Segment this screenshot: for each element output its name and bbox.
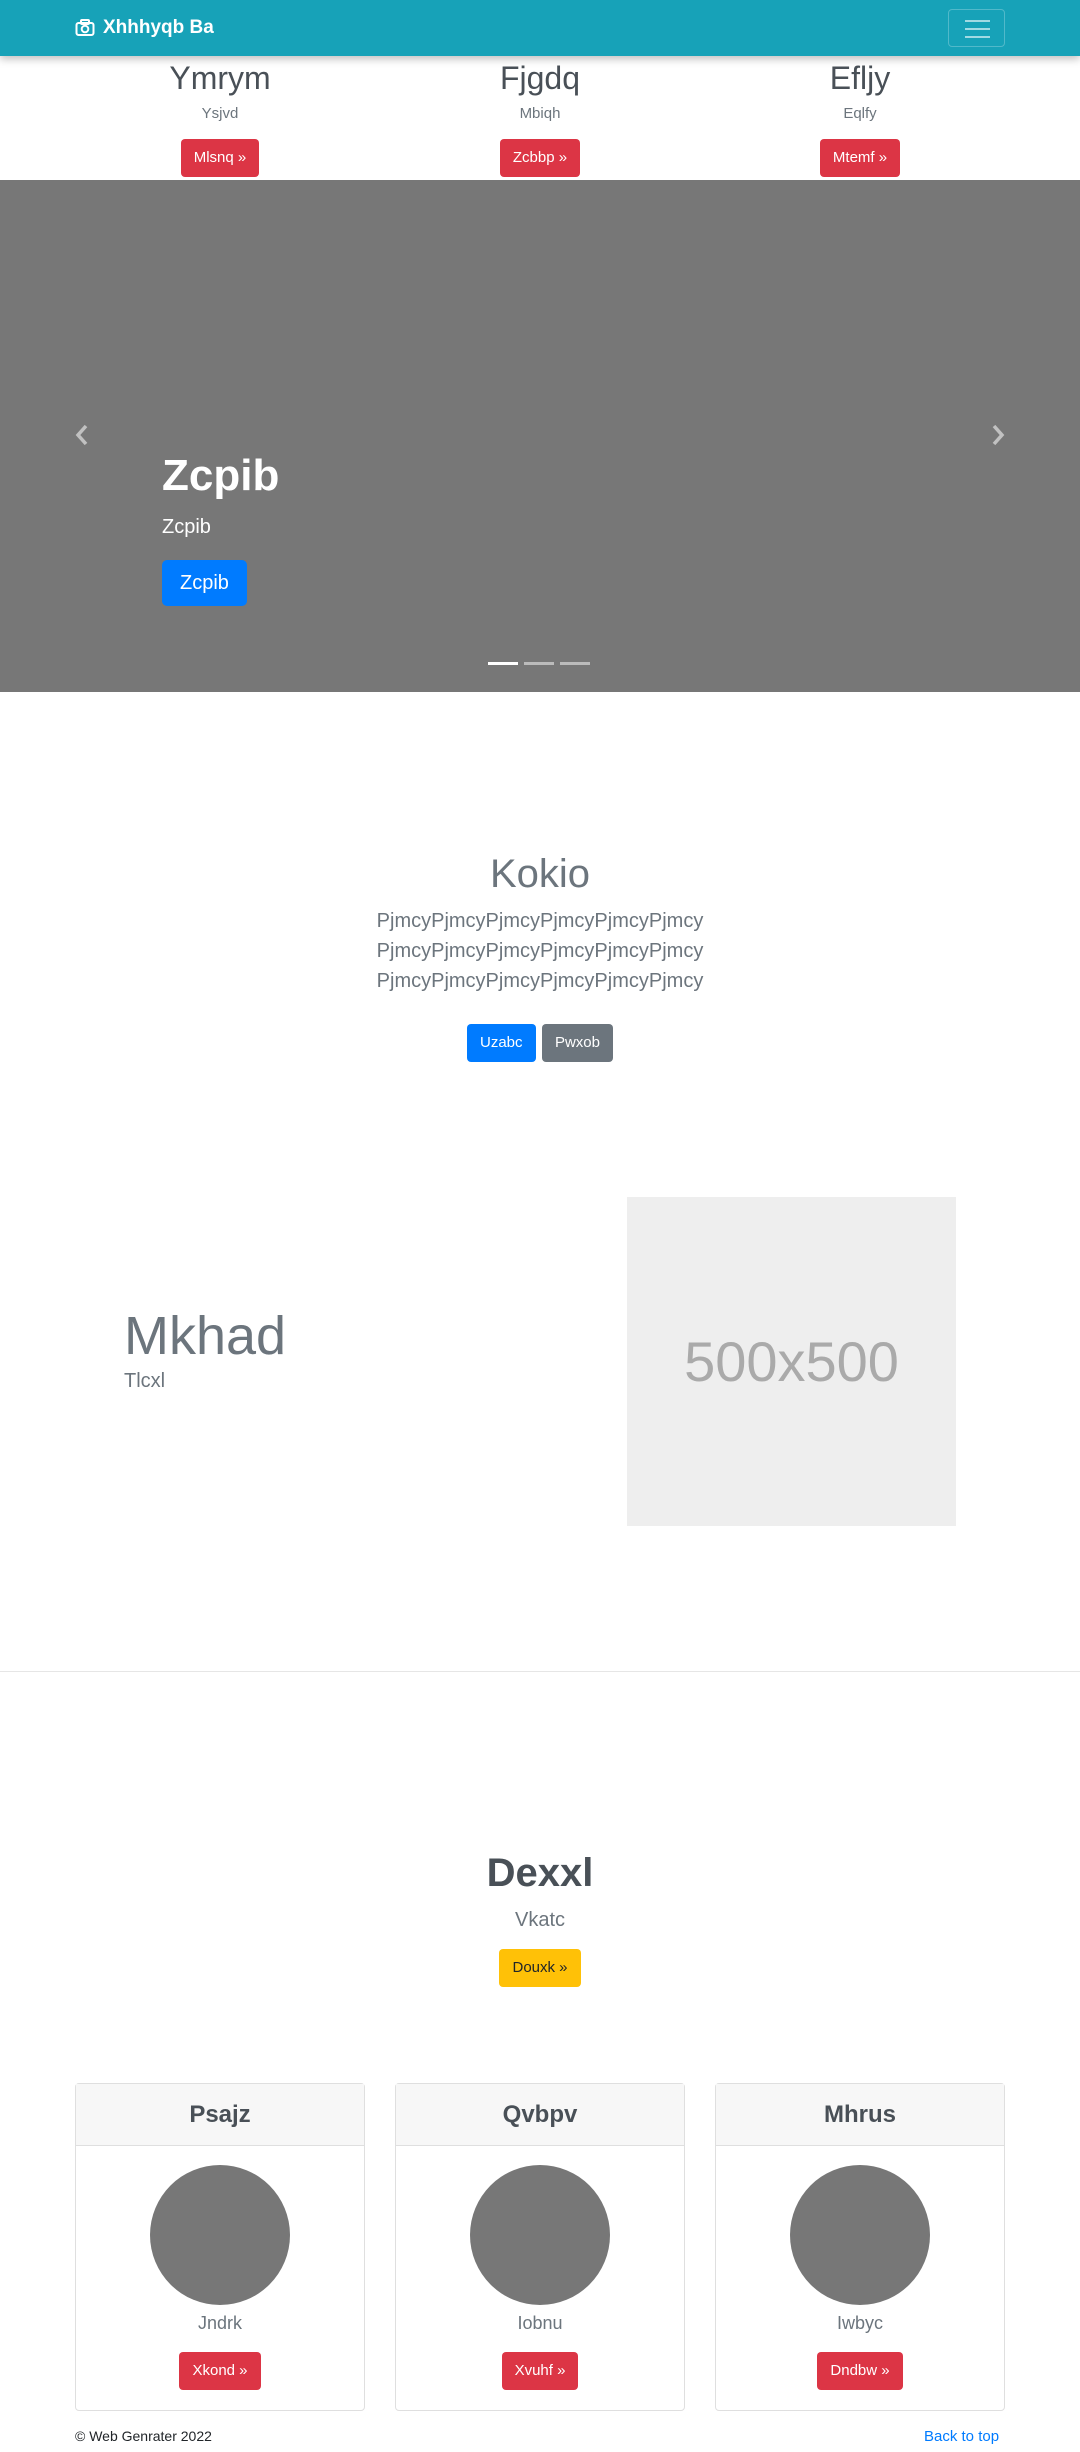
card-button[interactable]: Dndbw »	[817, 2352, 903, 2390]
menu-icon-bar	[965, 36, 990, 38]
camera-icon	[75, 19, 95, 36]
column-title: Efljy	[829, 60, 891, 96]
carousel-indicator[interactable]	[560, 662, 590, 665]
brand-link[interactable]: Xhhhyqb Ba	[75, 14, 214, 42]
carousel-next-button[interactable]	[988, 420, 1008, 450]
card-header: Mhrus	[716, 2084, 1004, 2146]
card-button[interactable]: Xkond »	[179, 2352, 261, 2390]
jumbotron-title: Kokio	[489, 852, 591, 896]
top-column: Ymrym Ysjvd Mlsnq »	[60, 58, 380, 177]
column-text: Mbiqh	[519, 105, 561, 122]
chevron-right-icon	[992, 424, 1005, 446]
column-text: Ysjvd	[201, 105, 239, 122]
carousel-indicator[interactable]	[488, 662, 518, 665]
card-button[interactable]: Xvuhf »	[501, 2352, 579, 2390]
carousel-heading: Zcpib	[162, 451, 280, 500]
primary-button[interactable]: Uzabc	[466, 1024, 536, 1062]
menu-icon-bar	[965, 20, 990, 22]
column-title: Ymrym	[169, 60, 271, 96]
divider	[0, 1671, 1080, 1672]
carousel: Zcpib Zcpib Zcpib	[0, 180, 1080, 692]
brand-name: Xhhhyqb Ba	[103, 17, 214, 38]
feature-text: Mkhad Tlcxl	[124, 1304, 286, 1393]
jumbotron: Kokio PjmcyPjmcyPjmcyPjmcyPjmcyPjmcy Pjm…	[0, 850, 1080, 1062]
jumbotron-buttons: Uzabc Pwxob	[0, 1024, 1080, 1062]
placeholder-label: 500x500	[684, 1330, 899, 1393]
card-name: Iobnu	[517, 2313, 563, 2333]
carousel-prev-button[interactable]	[72, 420, 92, 450]
card-name: Iwbyc	[836, 2313, 883, 2333]
carousel-text: Zcpib	[162, 516, 211, 538]
jumbotron-lead: PjmcyPjmcyPjmcyPjmcyPjmcyPjmcy PjmcyPjmc…	[376, 910, 704, 992]
profile-card: Psajz Jndrk Xkond »	[75, 2083, 365, 2411]
card-body: Jndrk Xkond »	[76, 2165, 364, 2390]
feature-heading: Mkhad	[124, 1306, 287, 1366]
profile-card: Mhrus Iwbyc Dndbw »	[715, 2083, 1005, 2411]
menu-icon-bar	[965, 28, 990, 30]
section-title: Dexxl	[486, 1851, 594, 1895]
avatar	[790, 2165, 930, 2305]
top-column: Fjgdq Mbiqh Zcbbp »	[380, 58, 700, 177]
section-button[interactable]: Douxk »	[499, 1949, 581, 1987]
card-name: Jndrk	[197, 2313, 242, 2333]
carousel-indicator[interactable]	[524, 662, 554, 665]
top-column: Efljy Eqlfy Mtemf »	[700, 58, 1020, 177]
column-title: Fjgdq	[499, 60, 581, 96]
section-header: Dexxl Vkatc Douxk »	[0, 1845, 1080, 1987]
column-button[interactable]: Mtemf »	[819, 139, 901, 177]
avatar	[470, 2165, 610, 2305]
navbar-toggler-button[interactable]	[948, 9, 1005, 47]
carousel-button[interactable]: Zcpib	[162, 560, 247, 606]
column-button[interactable]: Mlsnq »	[180, 139, 260, 177]
feature-subheading: Tlcxl	[124, 1370, 166, 1392]
chevron-left-icon	[75, 424, 88, 446]
column-button[interactable]: Zcbbp »	[499, 139, 581, 177]
avatar	[150, 2165, 290, 2305]
secondary-button[interactable]: Pwxob	[541, 1024, 613, 1062]
footer-copyright: © Web Genrater 2022	[75, 2428, 212, 2444]
back-to-top-link[interactable]: Back to top	[924, 2428, 999, 2445]
profile-card: Qvbpv Iobnu Xvuhf »	[395, 2083, 685, 2411]
navbar: Xhhhyqb Ba	[0, 0, 1080, 56]
card-body: Iobnu Xvuhf »	[396, 2165, 684, 2390]
card-header: Qvbpv	[396, 2084, 684, 2146]
carousel-indicators	[488, 662, 590, 665]
card-header: Psajz	[76, 2084, 364, 2146]
carousel-caption: Zcpib Zcpib Zcpib	[162, 450, 279, 606]
card-body: Iwbyc Dndbw »	[716, 2165, 1004, 2390]
section-text: Vkatc	[514, 1909, 566, 1931]
column-text: Eqlfy	[843, 105, 877, 122]
feature-image-placeholder: 500x500	[627, 1197, 956, 1526]
